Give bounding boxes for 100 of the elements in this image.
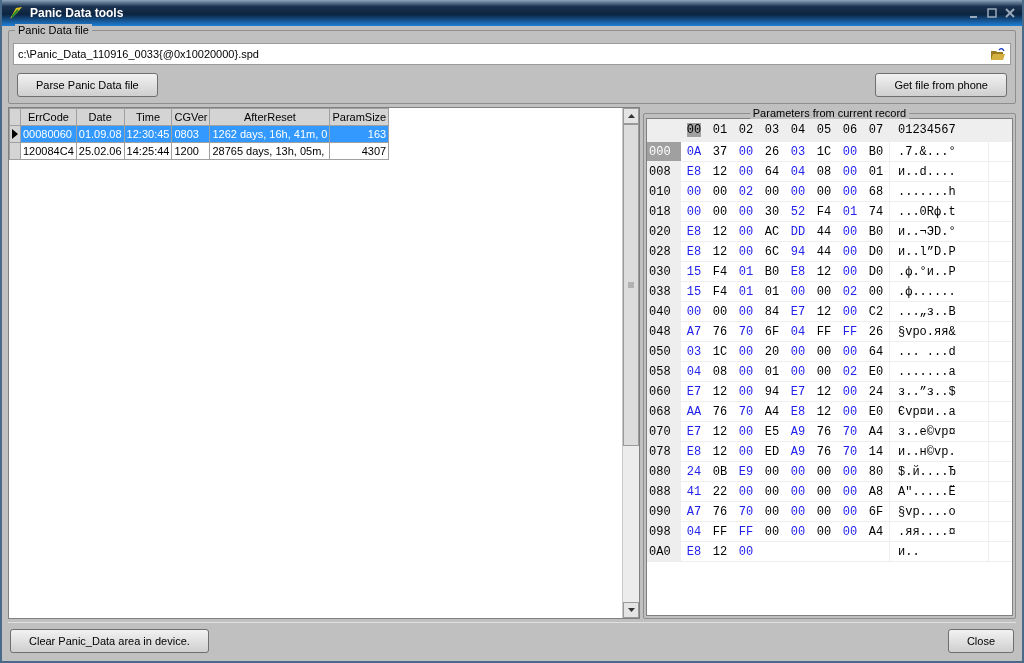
parse-button[interactable]: Parse Panic Data file (17, 73, 158, 97)
hex-byte: 00 (790, 284, 806, 299)
offset-cell[interactable]: 060 (647, 381, 681, 402)
hex-byte: FF (738, 524, 754, 539)
hex-byte: 00 (790, 524, 806, 539)
hex-byte: 00 (764, 184, 780, 199)
hex-byte: 70 (842, 424, 858, 439)
ascii-text: ...„з..В (898, 304, 956, 319)
offset-cell[interactable]: 058 (647, 361, 681, 382)
hex-byte: 76 (712, 404, 728, 419)
hex-byte: 12 (816, 264, 832, 279)
hex-byte: F4 (712, 264, 728, 279)
offset-cell[interactable]: 010 (647, 181, 681, 202)
window-title: Panic Data tools (30, 6, 125, 20)
table-cell: 14:25:44 (124, 142, 172, 160)
offset-cell[interactable]: 018 (647, 201, 681, 222)
hex-byte: E7 (686, 384, 702, 399)
hex-byte: A7 (686, 504, 702, 519)
column-header[interactable]: Date (76, 108, 125, 126)
group-label: Panic Data file (15, 24, 92, 36)
hex-byte: 76 (712, 324, 728, 339)
group-label: Parameters from current record (749, 107, 910, 119)
offset-cell[interactable]: 098 (647, 521, 681, 542)
clear-button[interactable]: Clear Panic_Data area in device. (10, 629, 209, 653)
hex-byte: 00 (790, 364, 806, 379)
ascii-text: .ф.°и..Р (898, 264, 956, 279)
hex-byte: E5 (764, 424, 780, 439)
hex-byte: 12 (712, 444, 728, 459)
hex-byte: 70 (842, 444, 858, 459)
hex-byte: 00 (816, 464, 832, 479)
ascii-text: §vp....o (898, 504, 956, 519)
hex-byte: 00 (842, 164, 858, 179)
up-arrow-icon[interactable] (627, 114, 635, 118)
hex-column-header: 01 (712, 123, 728, 137)
file-path-field[interactable]: c:\Panic_Data_110916_0033{@0x10020000}.spd (13, 43, 1011, 65)
hex-byte: 00 (842, 144, 858, 159)
offset-cell[interactable]: 030 (647, 261, 681, 282)
hex-byte: 70 (738, 404, 754, 419)
close-icon[interactable] (1004, 7, 1016, 19)
hex-byte: 15 (686, 284, 702, 299)
hex-byte: 70 (738, 324, 754, 339)
offset-cell[interactable]: 040 (647, 301, 681, 322)
column-header[interactable]: ErrCode (20, 108, 77, 126)
hex-byte: 64 (764, 164, 780, 179)
ascii-text: и..¬ЭD.° (898, 224, 956, 239)
offset-cell[interactable]: 070 (647, 421, 681, 442)
hex-byte: 01 (738, 264, 754, 279)
hex-column-header: 05 (816, 123, 832, 137)
table-cell: 28765 days, 13h, 05m, (209, 142, 330, 160)
hex-column-header: 03 (764, 123, 780, 137)
column-header[interactable]: AfterReset (209, 108, 330, 126)
ascii-text: .яя....¤ (898, 524, 956, 539)
offset-cell[interactable]: 068 (647, 401, 681, 422)
scrollbar[interactable] (622, 108, 639, 618)
folder-icon[interactable] (990, 47, 1006, 61)
hex-byte: E7 (686, 424, 702, 439)
hex-byte: 00 (712, 184, 728, 199)
ascii-text: з..е©vp¤ (898, 424, 956, 439)
offset-cell[interactable]: 088 (647, 481, 681, 502)
hex-byte: 30 (764, 204, 780, 219)
column-header[interactable]: Time (124, 108, 172, 126)
offset-cell[interactable]: 028 (647, 241, 681, 262)
hex-byte: A7 (686, 324, 702, 339)
offset-cell[interactable]: 078 (647, 441, 681, 462)
hex-byte: 00 (738, 304, 754, 319)
hex-byte: 00 (816, 484, 832, 499)
offset-cell[interactable]: 090 (647, 501, 681, 522)
ascii-text: .ф...... (898, 284, 956, 299)
column-header[interactable]: ParamSize (329, 108, 389, 126)
row-indicator[interactable] (9, 125, 21, 143)
hex-byte: E8 (686, 224, 702, 239)
offset-cell[interactable]: 020 (647, 221, 681, 242)
offset-cell[interactable]: 008 (647, 161, 681, 182)
column-header[interactable]: CGVer (171, 108, 210, 126)
ascii-text: .......h (898, 184, 956, 199)
get-file-button[interactable]: Get file from phone (875, 73, 1007, 97)
hex-byte: 44 (816, 224, 832, 239)
hex-byte: 04 (686, 524, 702, 539)
hex-byte: E8 (790, 404, 806, 419)
hex-byte: 12 (712, 384, 728, 399)
close-button[interactable]: Close (947, 629, 1014, 653)
hex-byte: 24 (868, 384, 884, 399)
hex-byte: 37 (712, 144, 728, 159)
offset-cell[interactable]: 048 (647, 321, 681, 342)
offset-cell[interactable]: 050 (647, 341, 681, 362)
hex-byte: 00 (738, 544, 754, 559)
hex-byte: 64 (868, 344, 884, 359)
hex-byte: 03 (686, 344, 702, 359)
hex-byte: 00 (816, 524, 832, 539)
hex-byte: 00 (842, 184, 858, 199)
hex-byte: 00 (816, 184, 832, 199)
hex-byte: B0 (764, 264, 780, 279)
offset-cell[interactable]: 080 (647, 461, 681, 482)
maximize-icon[interactable] (986, 7, 998, 19)
offset-cell[interactable]: 0A0 (647, 541, 681, 562)
down-arrow-icon[interactable] (627, 608, 635, 612)
hex-byte: 0B (712, 464, 728, 479)
hex-column-header: 00 (686, 123, 702, 137)
offset-cell[interactable]: 038 (647, 281, 681, 302)
hex-byte: 00 (738, 364, 754, 379)
